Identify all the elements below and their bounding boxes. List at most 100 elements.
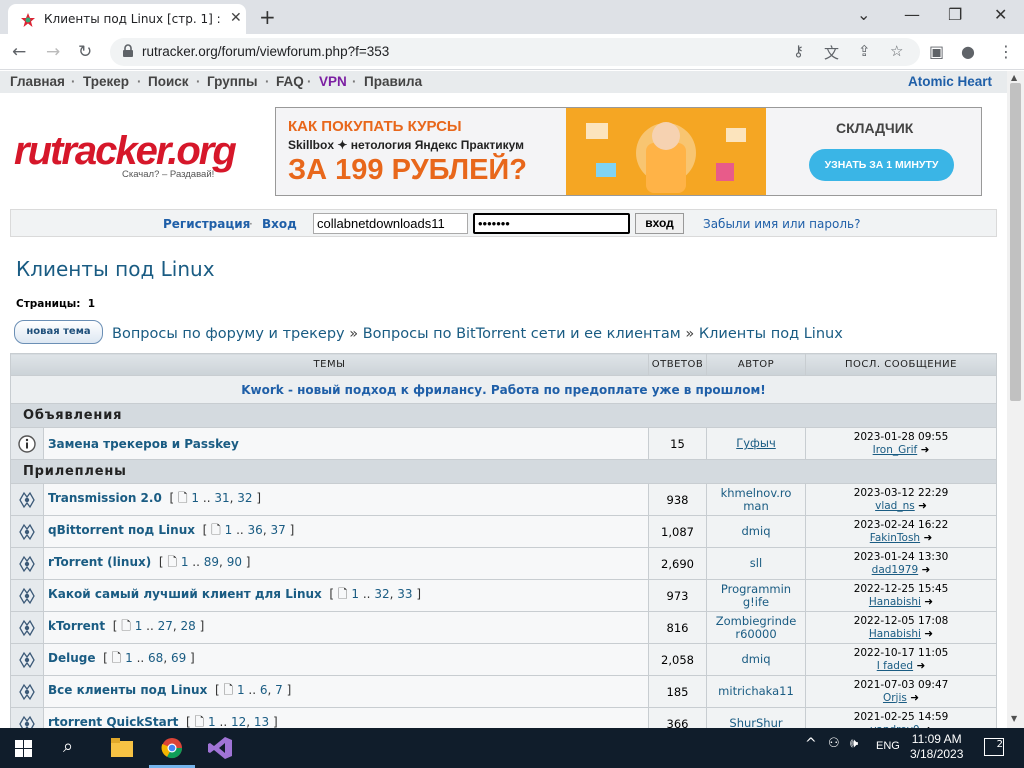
page-link[interactable]: 33 (397, 587, 412, 601)
author-name[interactable]: dmiq (742, 525, 771, 538)
login-submit-button[interactable]: вход (635, 213, 684, 234)
browser-tab[interactable]: Клиенты под Linux [стр. 1] :: Воп ✕ (8, 4, 246, 34)
author-link[interactable]: khmelnov.roman (706, 483, 806, 516)
minimize-icon[interactable]: — (904, 5, 920, 24)
topic-link[interactable]: Deluge (48, 651, 95, 665)
scroll-down-arrow-icon[interactable]: ▼ (1011, 714, 1017, 723)
windows-start-icon[interactable] (15, 740, 32, 757)
page-link[interactable]: 32 (237, 491, 252, 505)
page-link[interactable]: 1 (351, 587, 359, 601)
forgot-password-link[interactable]: Забыли имя или пароль? (703, 217, 860, 231)
page-link[interactable]: 7 (275, 683, 283, 697)
goto-last-post-icon[interactable]: ➜ (916, 660, 925, 672)
menu-rules-link[interactable]: Правила (364, 74, 422, 89)
password-input[interactable] (473, 213, 630, 234)
side-panel-icon[interactable]: ▣ (929, 42, 944, 61)
show-hidden-icons-icon[interactable]: ^ (805, 736, 817, 752)
author-link[interactable]: dmiq (706, 515, 806, 548)
page-link[interactable]: 1 (181, 555, 189, 569)
register-link[interactable]: Регистрация (163, 217, 250, 231)
goto-last-post-icon[interactable]: ➜ (918, 500, 927, 512)
new-topic-button[interactable]: новая тема (14, 320, 103, 344)
topic-link[interactable]: Все клиенты под Linux (48, 683, 207, 697)
tab-close-icon[interactable]: ✕ (230, 10, 242, 26)
author-name[interactable]: Zombiegrinder60000 (715, 614, 797, 641)
topic-link[interactable]: qBittorrent под Linux (48, 523, 195, 537)
author-link[interactable]: sll (706, 547, 806, 580)
breadcrumb-item[interactable]: Вопросы по BitTorrent сети и ее клиентам (363, 326, 681, 342)
volume-icon[interactable]: 🕪 (850, 736, 858, 751)
language-indicator[interactable]: ENG (876, 740, 900, 752)
topic-link[interactable]: rTorrent (linux) (48, 555, 151, 569)
topic-link[interactable]: rtorrent QuickStart (48, 715, 178, 728)
author-name[interactable]: khmelnov.roman (715, 486, 797, 513)
topic-link[interactable]: kTorrent (48, 619, 105, 633)
menu-vpn-link[interactable]: VPN (319, 74, 347, 89)
menu-kebab-icon[interactable]: ⋮ (998, 42, 1014, 61)
restore-icon[interactable]: ❐ (948, 5, 962, 24)
goto-last-post-icon[interactable]: ➜ (921, 444, 930, 456)
page-link[interactable]: 90 (227, 555, 242, 569)
author-link[interactable]: ShurShur (706, 707, 806, 729)
last-post-user[interactable]: FakinTosh (870, 532, 920, 544)
breadcrumb-item[interactable]: Вопросы по форуму и трекеру (112, 326, 345, 342)
page-link[interactable]: 68 (148, 651, 163, 665)
profile-avatar-icon[interactable]: ● (961, 42, 975, 61)
author-link[interactable]: Гуфыч (706, 427, 806, 460)
reload-icon[interactable]: ↻ (78, 42, 92, 62)
file-explorer-icon[interactable] (111, 738, 133, 757)
menu-faq-link[interactable]: FAQ (276, 74, 304, 89)
topic-link[interactable]: Какой самый лучший клиент для Linux (48, 587, 322, 601)
menu-groups-link[interactable]: Группы (207, 74, 258, 89)
last-post-user[interactable]: Hanabishi (869, 596, 921, 608)
kwork-ad-link[interactable]: Kwork - новый подход к фрилансу. Работа … (10, 375, 997, 404)
breadcrumb-item[interactable]: Клиенты под Linux (699, 326, 843, 342)
username-input[interactable] (313, 213, 468, 234)
page-link[interactable]: 12 (231, 715, 246, 728)
page-link[interactable]: 32 (374, 587, 389, 601)
page-link[interactable]: 1 (237, 683, 245, 697)
login-link[interactable]: Вход (262, 217, 297, 231)
new-tab-icon[interactable]: + (259, 5, 276, 29)
forward-icon[interactable]: → (46, 42, 60, 62)
goto-last-post-icon[interactable]: ➜ (924, 628, 933, 640)
last-post-user[interactable]: Iron_Grif (873, 444, 918, 456)
search-icon[interactable]: ⌕ (63, 736, 73, 757)
visual-studio-icon[interactable] (208, 737, 232, 759)
page-scrollbar[interactable]: ▲ ▼ (1007, 71, 1024, 728)
page-link[interactable]: 89 (204, 555, 219, 569)
page-link[interactable]: 1 (191, 491, 199, 505)
last-post-user[interactable]: Orjis (883, 692, 907, 704)
page-link[interactable]: 1 (135, 619, 143, 633)
page-link[interactable]: 69 (171, 651, 186, 665)
goto-last-post-icon[interactable]: ➜ (910, 692, 919, 704)
topic-link[interactable]: Transmission 2.0 (48, 491, 162, 505)
page-link[interactable]: 1 (225, 523, 233, 537)
banner-cta-button[interactable]: УЗНАТЬ ЗА 1 МИНУТУ (809, 149, 954, 181)
goto-last-post-icon[interactable]: ➜ (924, 596, 933, 608)
page-number[interactable]: 1 (88, 298, 95, 310)
author-link[interactable]: dmiq (706, 643, 806, 676)
page-link[interactable]: 1 (125, 651, 133, 665)
share-icon[interactable]: ⇪ (858, 42, 871, 60)
last-post-user[interactable]: I faded (877, 660, 913, 672)
back-icon[interactable]: ← (12, 42, 26, 62)
page-link[interactable]: 31 (214, 491, 229, 505)
menu-home-link[interactable]: Главная (10, 74, 65, 89)
last-post-user[interactable]: dad1979 (872, 564, 919, 576)
ad-banner[interactable]: КАК ПОКУПАТЬ КУРСЫ Skillbox ✦ нетология … (275, 107, 982, 196)
author-name[interactable]: dmiq (742, 653, 771, 666)
network-icon[interactable]: ⚇ (828, 736, 840, 751)
site-logo[interactable]: rutracker.org Скачал? – Раздавай! (14, 129, 254, 180)
author-name[interactable]: sll (750, 557, 762, 570)
menu-search-link[interactable]: Поиск (148, 74, 189, 89)
author-link[interactable]: Programming!ife (706, 579, 806, 612)
window-close-icon[interactable]: ✕ (994, 5, 1007, 24)
tab-search-chevron-icon[interactable]: ⌄ (857, 5, 870, 24)
author-name[interactable]: ShurShur (729, 717, 782, 729)
page-link[interactable]: 13 (254, 715, 269, 728)
goto-last-post-icon[interactable]: ➜ (923, 532, 932, 544)
author-name[interactable]: Programming!ife (715, 582, 797, 609)
atomic-heart-link[interactable]: Atomic Heart (908, 74, 992, 89)
menu-tracker-link[interactable]: Трекер (83, 74, 129, 89)
